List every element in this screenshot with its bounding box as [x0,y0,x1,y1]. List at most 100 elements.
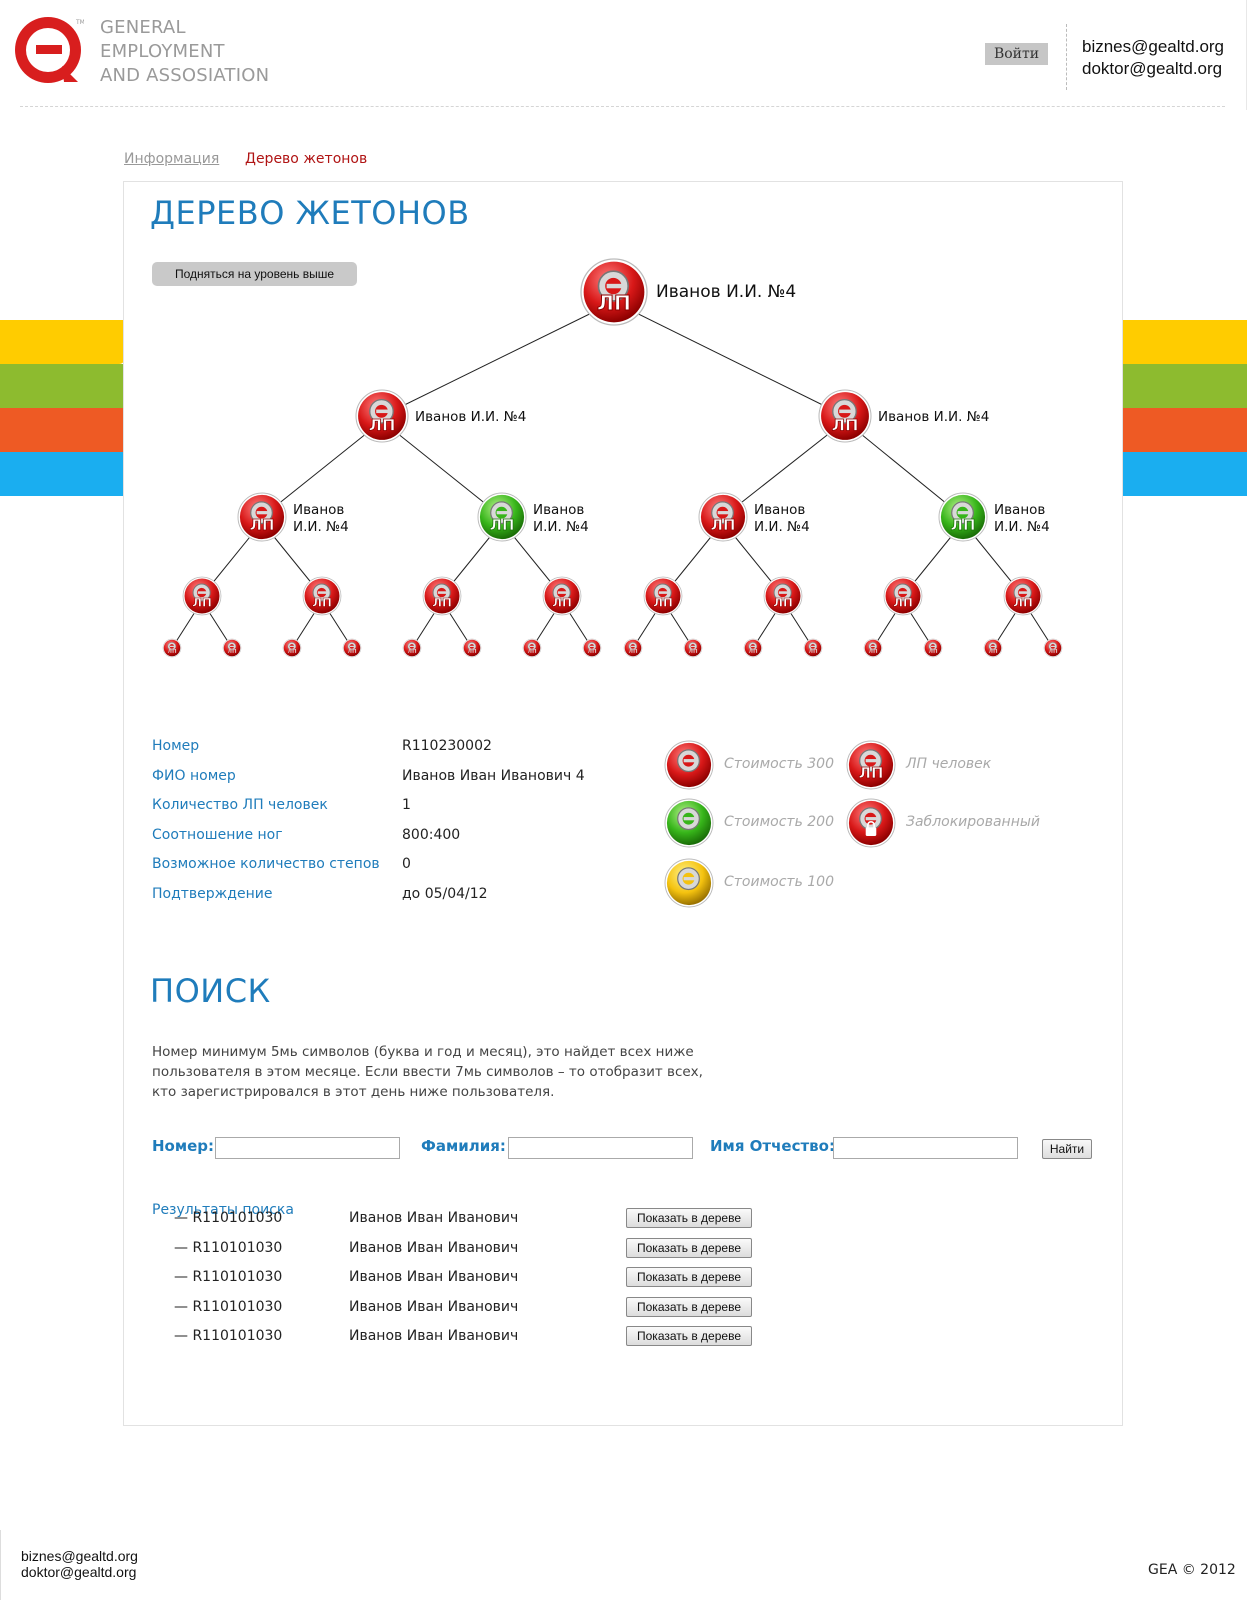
token-badge: ЛП [832,415,859,434]
stripe-yellow-right [1122,320,1247,364]
info-label: Соотношение ног [152,826,283,843]
show-in-tree-button[interactable]: Показать в дереве [626,1208,752,1228]
show-in-tree-button[interactable]: Показать в дереве [626,1326,752,1346]
level2-token[interactable]: ЛП [698,492,748,542]
level2-token-label-line1: Иванов [293,502,344,518]
header-contacts: biznes@gealtd.org doktor@gealtd.org [1082,36,1224,80]
legend-lock-token-icon [846,798,896,848]
level4-token[interactable]: ЛП [683,638,703,658]
number-input[interactable] [215,1137,400,1159]
level4-token[interactable]: ЛП [402,638,422,658]
legend-token: ЛП [846,740,896,790]
level4-token[interactable]: ЛП [522,638,542,658]
token-badge: ЛП [893,595,913,609]
level2-token-label-line1: Иванов [533,502,584,518]
name-input[interactable] [833,1137,1018,1159]
level3-token[interactable]: ЛП [542,576,582,616]
surname-input[interactable] [508,1137,693,1159]
result-number[interactable]: — R110101030 [174,1328,282,1344]
level2-token[interactable]: ЛП [938,492,988,542]
level4-token[interactable]: ЛП [1043,638,1063,658]
token-badge: ЛП [859,764,884,782]
token-badge: ЛП [312,595,332,609]
level3-token[interactable]: ЛП [1003,576,1043,616]
level4-token[interactable]: ЛП [803,638,823,658]
legend-token [846,798,896,848]
level2-token-label-line2: И.И. №4 [754,519,810,535]
tree-connector [381,301,615,417]
level1-token-label: Иванов И.И. №4 [415,409,526,425]
token-badge: ЛП [868,649,878,655]
info-value: до 05/04/12 [402,885,488,902]
token-badge: ЛП [167,649,177,655]
login-button[interactable]: Войти [985,43,1048,65]
level3-token[interactable]: ЛП [643,576,683,616]
footer-email-doktor[interactable]: doktor@gealtd.org [21,1564,138,1580]
level4-token[interactable]: ЛП [342,638,362,658]
header-email-doktor[interactable]: doktor@gealtd.org [1082,58,1224,80]
level1-token[interactable]: ЛП [818,389,872,443]
logo-line-2: Employment [100,41,225,62]
level3-token[interactable]: ЛП [182,576,222,616]
token-badge: ЛП [552,595,572,609]
stripe-blue-right [1122,452,1247,496]
token-badge: ЛП [192,595,212,609]
search-title: ПОИСК [150,972,271,1010]
token-badge: ЛП [587,649,597,655]
token-badge: ЛП [688,649,698,655]
level3-token[interactable]: ЛП [302,576,342,616]
result-row: — R110101030 Иванов Иван Иванович Показать… [174,1267,874,1289]
result-number[interactable]: — R110101030 [174,1240,282,1256]
level3-token[interactable]: ЛП [422,576,462,616]
level4-token[interactable]: ЛП [222,638,242,658]
footer-edge-line [0,1530,1,1600]
legend-token [664,798,714,848]
show-in-tree-button[interactable]: Показать в дереве [626,1237,752,1258]
token-badge: ЛП [1048,649,1058,655]
footer-email-biznes[interactable]: biznes@gealtd.org [21,1548,138,1564]
level1-token[interactable]: ЛП [355,389,409,443]
level4-token[interactable]: ЛП [743,638,763,658]
legend-red-token-icon [664,740,714,790]
info-label: Номер [152,738,200,754]
root-token-label: Иванов И.И. №4 [656,282,796,302]
info-label: Подтверждение [152,885,273,902]
level4-token[interactable]: ЛП [462,638,482,658]
gea-logo[interactable]: TM [14,16,84,86]
show-in-tree-button[interactable]: Показать в дереве [626,1296,752,1317]
level4-token[interactable]: ЛП [863,638,883,658]
token-badge: ЛП [928,649,938,655]
level2-token[interactable]: ЛП [237,492,287,542]
show-in-tree-button[interactable]: Показать в дереве [626,1267,752,1287]
tree-connector [613,301,846,417]
level4-token[interactable]: ЛП [983,638,1003,658]
level3-token[interactable]: ЛП [883,576,923,616]
token-badge: ЛП [951,516,976,534]
breadcrumb-info-link[interactable]: Информация [124,151,219,167]
level4-token[interactable]: ЛП [923,638,943,658]
result-number[interactable]: — R110101030 [174,1299,282,1315]
level4-token[interactable]: ЛП [282,638,302,658]
main-panel: ДЕРЕВО ЖЕТОНОВ ЛП Иванов И.И. №4 ЛП Иванов … [123,181,1123,1426]
level3-token[interactable]: ЛП [763,576,803,616]
token-badge: ЛП [407,649,417,655]
info-label: Возможное количество степов [152,856,380,872]
footer-copyright: GEA © 2012 [1148,1562,1236,1578]
level-up-button[interactable]: Подняться на уровень выше [152,262,357,286]
find-button[interactable]: Найти [1042,1139,1092,1159]
token-badge: ЛП [628,649,638,655]
info-value: 0 [402,856,411,872]
level1-token-label: Иванов И.И. №4 [878,409,989,425]
level4-token[interactable]: ЛП [623,638,643,658]
legend-token [664,858,714,908]
search-description: Номер минимум 5мь символов (буква и год … [152,1044,703,1100]
level2-token[interactable]: ЛП [477,492,527,542]
level4-token[interactable]: ЛП [162,638,182,658]
result-number[interactable]: — R110101030 [174,1269,282,1285]
result-name: Иванов Иван Иванович [349,1269,519,1285]
result-name: Иванов Иван Иванович [349,1239,519,1256]
result-number[interactable]: — R110101030 [174,1210,282,1226]
level4-token[interactable]: ЛП [582,638,602,658]
header-email-biznes[interactable]: biznes@gealtd.org [1082,36,1224,58]
root-token[interactable]: ЛП [580,258,648,326]
